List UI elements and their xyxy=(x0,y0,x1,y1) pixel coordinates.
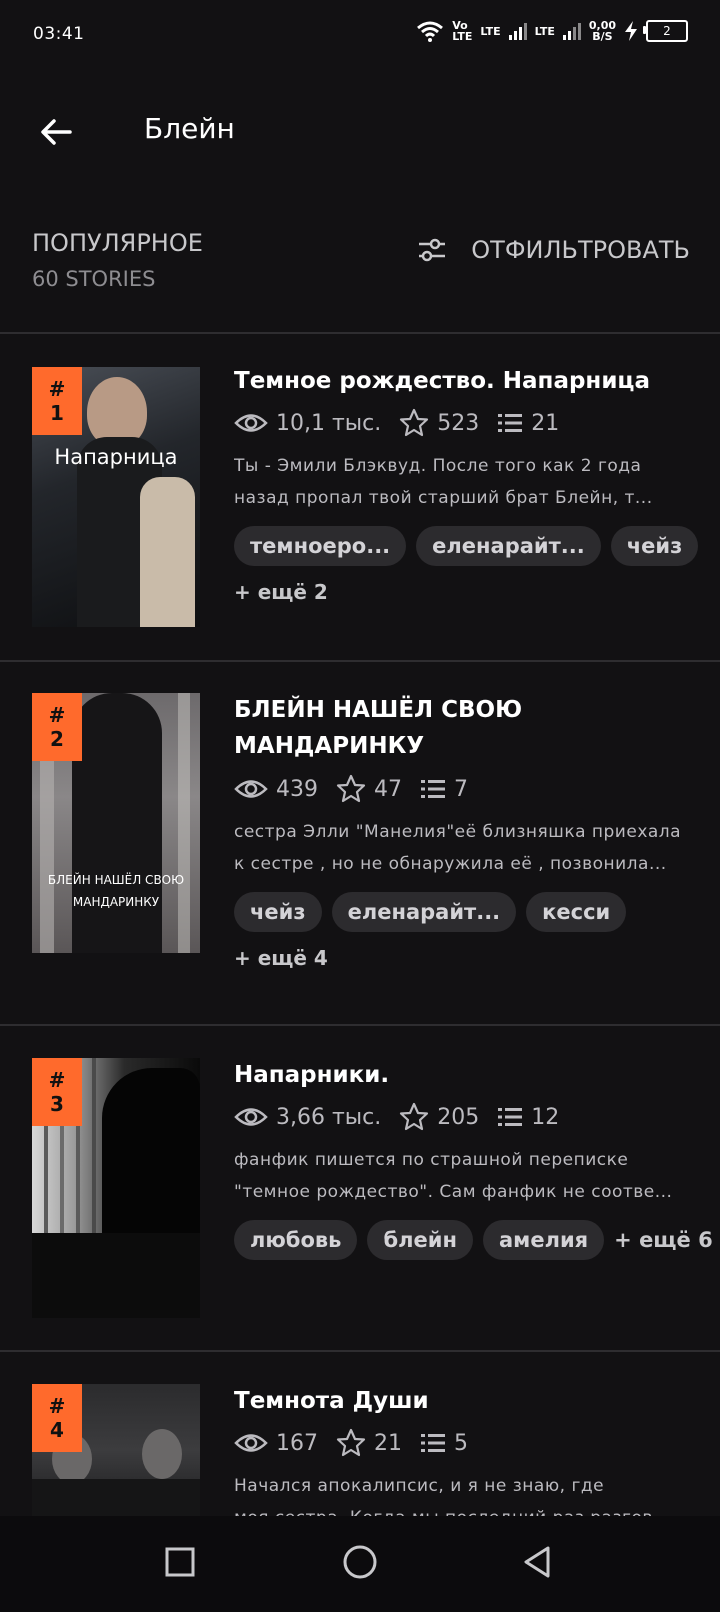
eye-icon xyxy=(234,414,268,432)
eye-icon xyxy=(234,1108,268,1126)
votes-count: 21 xyxy=(374,1430,402,1456)
story-info: Темнота Души 167 21 5 Начался апокалипси… xyxy=(234,1384,692,1516)
list-icon xyxy=(498,414,523,432)
tag-list: темноеро... еленарайт... чейз xyxy=(234,526,699,566)
filter-label: ОТФИЛЬТРОВАТЬ xyxy=(471,236,690,264)
tag-chip[interactable]: любовь xyxy=(234,1220,358,1260)
top-bar: Блейн xyxy=(0,90,720,170)
star-icon xyxy=(400,408,429,437)
cover-title: Напарница xyxy=(54,445,178,469)
story-item[interactable]: # 2 БЛЕЙН НАШЁЛ СВОЮ МАНДАРИНКУ БЛЕЙН НА… xyxy=(0,662,720,1026)
parts-count: 21 xyxy=(531,410,560,436)
tag-chip[interactable]: кесси xyxy=(526,892,627,932)
more-tags-link[interactable]: + ещё 4 xyxy=(234,946,692,970)
filter-button[interactable]: ОТФИЛЬТРОВАТЬ xyxy=(417,236,690,264)
signal-icon-2 xyxy=(562,22,581,40)
story-cover[interactable]: # 4 xyxy=(32,1384,200,1516)
parts-count: 5 xyxy=(454,1430,468,1456)
views-count: 3,66 тыс. xyxy=(276,1104,382,1130)
tag-list: чейз еленарайт... кесси xyxy=(234,892,692,932)
home-button[interactable] xyxy=(340,1542,380,1582)
story-description: Начался апокалипсис, и я не знаю, где мо… xyxy=(234,1476,670,1516)
story-info: Напарники. 3,66 тыс. 205 12 фанфик пишет… xyxy=(234,1058,713,1260)
charging-icon xyxy=(625,21,637,41)
tag-chip[interactable]: чейз xyxy=(610,526,699,566)
views-count: 167 xyxy=(276,1430,318,1456)
tag-chip[interactable]: еленарайт... xyxy=(416,526,601,566)
story-item[interactable]: # 4 Темнота Души 167 21 5 Начался апокал… xyxy=(0,1352,720,1516)
story-stats: 167 21 5 xyxy=(234,1428,692,1458)
tag-chip[interactable]: чейз xyxy=(234,892,322,932)
star-icon xyxy=(336,1428,366,1457)
system-nav-bar xyxy=(0,1516,720,1612)
recent-apps-button[interactable] xyxy=(160,1542,200,1582)
more-tags-link[interactable]: + ещё 6 xyxy=(614,1228,713,1252)
status-time: 03:41 xyxy=(33,24,85,44)
story-cover[interactable]: # 1 Напарница xyxy=(32,367,200,627)
rank-badge: # 2 xyxy=(32,693,82,761)
parts-count: 12 xyxy=(531,1104,560,1130)
status-bar: 03:41 Vo LTE LTE LTE 0,00 B/S 2 xyxy=(0,0,720,70)
story-title: Напарники. xyxy=(234,1062,390,1088)
section-header: ПОПУЛЯРНОЕ 60 STORIES ОТФИЛЬТРОВАТЬ xyxy=(0,220,720,334)
story-item[interactable]: # 3 Напарники. 3,66 тыс. 205 12 фанфик п… xyxy=(0,1026,720,1352)
story-title: БЛЕЙН НАШЁЛ СВОЮ МАНДАРИНКУ xyxy=(234,697,523,759)
story-info: Темное рождество. Напарница 10,1 тыс. 52… xyxy=(234,364,699,604)
eye-icon xyxy=(234,780,268,798)
views-count: 439 xyxy=(276,776,318,802)
tag-list: любовь блейн амелия + ещё 6 xyxy=(234,1220,713,1260)
story-description: сестра Элли "Манелия"её близняшка приеха… xyxy=(234,822,682,874)
views-count: 10,1 тыс. xyxy=(276,410,382,436)
votes-count: 205 xyxy=(437,1104,480,1130)
story-item[interactable]: # 1 Напарница Темное рождество. Напарниц… xyxy=(0,334,720,662)
story-title: Темнота Души xyxy=(234,1388,429,1414)
volte-indicator: Vo LTE xyxy=(452,19,473,43)
more-tags-link[interactable]: + ещё 2 xyxy=(234,580,692,604)
parts-count: 7 xyxy=(454,776,468,802)
lte-indicator-2: LTE xyxy=(534,24,555,38)
eye-icon xyxy=(234,1434,268,1452)
lte-indicator-1: LTE xyxy=(480,24,501,38)
star-icon xyxy=(400,1102,429,1131)
list-icon xyxy=(421,1434,445,1452)
status-icons: Vo LTE LTE LTE 0,00 B/S 2 xyxy=(416,20,688,42)
rank-badge: # 3 xyxy=(32,1058,82,1126)
network-speed: 0,00 B/S xyxy=(588,19,616,43)
story-cover[interactable]: # 2 БЛЕЙН НАШЁЛ СВОЮ МАНДАРИНКУ xyxy=(32,693,200,953)
story-stats: 3,66 тыс. 205 12 xyxy=(234,1102,692,1132)
tag-chip[interactable]: еленарайт... xyxy=(331,892,517,932)
rank-badge: # 4 xyxy=(32,1384,82,1452)
story-info: БЛЕЙН НАШЁЛ СВОЮ МАНДАРИНКУ 439 47 7 сес… xyxy=(234,692,692,970)
story-stats: 10,1 тыс. 523 21 xyxy=(234,408,692,438)
wifi-icon xyxy=(417,21,444,42)
votes-count: 523 xyxy=(437,410,480,436)
rank-badge: # 1 xyxy=(32,367,82,435)
back-button[interactable] xyxy=(518,1542,558,1582)
story-title: Темное рождество. Напарница xyxy=(234,368,650,394)
stories-count: 60 STORIES xyxy=(32,267,156,291)
battery-icon: 2 xyxy=(643,20,688,42)
sliders-icon xyxy=(419,238,446,262)
story-description: фанфик пишется по страшной переписке "те… xyxy=(234,1150,673,1202)
cover-title: БЛЕЙН НАШЁЛ СВОЮ МАНДАРИНКУ xyxy=(47,873,185,909)
star-icon xyxy=(336,774,366,803)
tag-chip[interactable]: амелия xyxy=(482,1220,605,1260)
tag-chip[interactable]: блейн xyxy=(367,1220,473,1260)
story-cover[interactable]: # 3 xyxy=(32,1058,200,1318)
back-arrow-icon[interactable] xyxy=(36,112,76,152)
votes-count: 47 xyxy=(374,776,402,802)
story-description: Ты - Эмили Блэквуд. После того как 2 год… xyxy=(234,456,653,508)
list-icon xyxy=(421,780,445,798)
story-stats: 439 47 7 xyxy=(234,774,692,804)
page-title: Блейн xyxy=(144,112,235,145)
tag-chip[interactable]: темноеро... xyxy=(234,526,407,566)
signal-icon-1 xyxy=(508,22,527,40)
list-icon xyxy=(498,1108,523,1126)
section-title: ПОПУЛЯРНОЕ xyxy=(32,229,203,257)
